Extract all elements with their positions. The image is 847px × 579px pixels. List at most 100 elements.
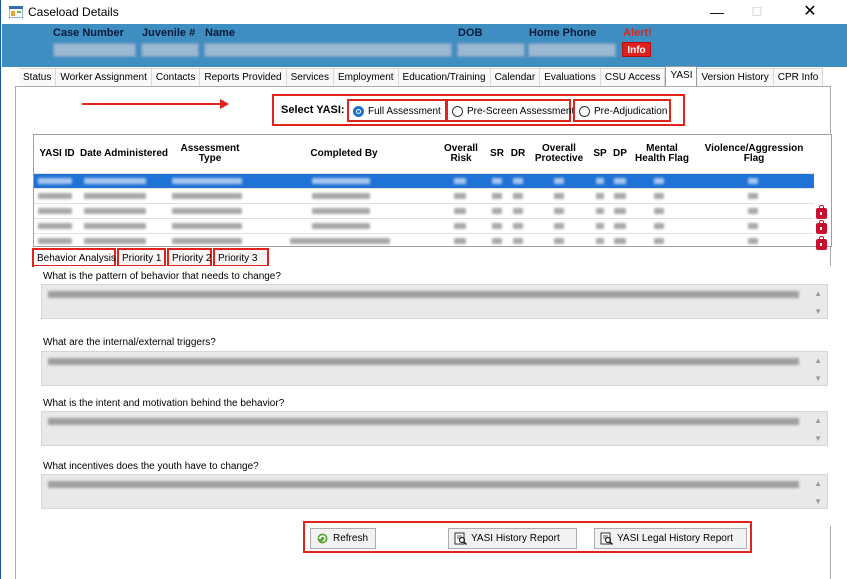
- col-date-administered[interactable]: Date Administered: [80, 135, 168, 173]
- question-label: What incentives does the youth have to c…: [43, 461, 259, 472]
- pre-screen-assessment-radio[interactable]: Pre-Screen Assessment: [446, 99, 575, 122]
- tab-contacts[interactable]: Contacts: [151, 68, 201, 86]
- yasi-legal-history-report-label: YASI Legal History Report: [617, 533, 733, 544]
- scroll-down-icon[interactable]: ▼: [814, 434, 822, 443]
- juvenile-number-label: Juvenile #: [142, 27, 196, 39]
- case-number-field: [53, 43, 136, 57]
- full-assessment-label: Full Assessment: [368, 106, 441, 117]
- caseload-details-window: Caseload Details — ☐ ✕ Case Number Juven…: [0, 0, 847, 579]
- tab-services[interactable]: Services: [286, 68, 334, 86]
- table-row[interactable]: [34, 233, 814, 246]
- yasi-assessment-grid[interactable]: YASI ID Date Administered Assessment Typ…: [33, 134, 832, 247]
- col-violence-aggression-flag[interactable]: Violence/Aggression Flag: [694, 135, 814, 173]
- tab-calendar[interactable]: Calendar: [490, 68, 541, 86]
- col-sr[interactable]: SR: [486, 135, 508, 173]
- scroll-down-icon[interactable]: ▼: [814, 307, 822, 316]
- scroll-down-icon[interactable]: ▼: [814, 374, 822, 383]
- table-row[interactable]: [34, 188, 814, 203]
- juvenile-number-field: [141, 43, 199, 57]
- tab-status[interactable]: Status: [19, 68, 57, 86]
- table-row[interactable]: [34, 203, 814, 218]
- lock-icon[interactable]: [816, 205, 827, 219]
- tab-yasi[interactable]: YASI: [665, 66, 698, 86]
- col-mental-health-flag[interactable]: Mental Health Flag: [630, 135, 694, 173]
- tab-reports-provided[interactable]: Reports Provided: [200, 68, 287, 86]
- answer-text: [48, 358, 799, 365]
- table-row[interactable]: [34, 173, 814, 188]
- info-button[interactable]: Info: [622, 42, 651, 57]
- annotation-arrow: [82, 103, 221, 105]
- scroll-up-icon[interactable]: ▲: [814, 416, 822, 425]
- window-title: Caseload Details: [28, 5, 119, 19]
- case-number-label: Case Number: [53, 27, 124, 39]
- tab-worker-assignment[interactable]: Worker Assignment: [56, 68, 152, 86]
- pre-screen-assessment-label: Pre-Screen Assessment: [467, 106, 575, 117]
- col-completed-by[interactable]: Completed By: [252, 135, 436, 173]
- close-button[interactable]: ✕: [787, 1, 833, 23]
- answer-textbox[interactable]: ▲ ▼: [41, 351, 828, 386]
- question-label: What is the intent and motivation behind…: [43, 398, 285, 409]
- full-assessment-radio[interactable]: Full Assessment: [347, 99, 447, 122]
- scroll-up-icon[interactable]: ▲: [814, 479, 822, 488]
- question-label: What is the pattern of behavior that nee…: [43, 271, 281, 282]
- annotation-arrow-head: [220, 99, 229, 109]
- alert-label: Alert!: [623, 27, 652, 39]
- col-dr[interactable]: DR: [508, 135, 528, 173]
- radio-unselected-icon: [452, 106, 463, 117]
- col-overall-protective[interactable]: Overall Protective: [528, 135, 590, 173]
- radio-selected-icon: [353, 106, 364, 117]
- app-window-icon: [9, 6, 23, 18]
- tab-csu-access[interactable]: CSU Access: [600, 68, 666, 86]
- col-overall-risk[interactable]: Overall Risk: [436, 135, 486, 173]
- juvenile-header: Case Number Juvenile # Name DOB Home Pho…: [2, 24, 847, 67]
- home-phone-field: [528, 43, 616, 57]
- question-label: What are the internal/external triggers?: [43, 337, 216, 348]
- dob-field: [457, 43, 525, 57]
- col-dp[interactable]: DP: [610, 135, 630, 173]
- refresh-label: Refresh: [333, 533, 369, 544]
- maximize-button[interactable]: ☐: [734, 1, 780, 23]
- radio-unselected-icon: [579, 106, 590, 117]
- tab-evaluations[interactable]: Evaluations: [540, 68, 601, 86]
- subtab-priority-1[interactable]: Priority 1: [117, 248, 166, 267]
- lock-icon[interactable]: [816, 220, 827, 234]
- home-phone-label: Home Phone: [529, 27, 597, 39]
- scroll-up-icon[interactable]: ▲: [814, 356, 822, 365]
- lock-icon[interactable]: [816, 236, 827, 250]
- subtab-behavior-analysis[interactable]: Behavior Analysis: [32, 248, 116, 267]
- tab-employment[interactable]: Employment: [333, 68, 399, 86]
- answer-textbox[interactable]: ▲ ▼: [41, 474, 828, 509]
- col-yasi-id[interactable]: YASI ID: [34, 135, 80, 173]
- pre-adjudication-radio[interactable]: Pre-Adjudication: [573, 99, 671, 122]
- refresh-icon: [317, 533, 328, 544]
- col-assessment-type[interactable]: Assessment Type: [168, 135, 252, 173]
- col-sp[interactable]: SP: [590, 135, 610, 173]
- pre-adjudication-label: Pre-Adjudication: [594, 106, 668, 117]
- subtab-priority-2[interactable]: Priority 2: [167, 248, 212, 267]
- scroll-up-icon[interactable]: ▲: [814, 289, 822, 298]
- yasi-history-report-button[interactable]: YASI History Report: [448, 528, 577, 549]
- name-field: [204, 43, 452, 57]
- name-label: Name: [205, 27, 235, 39]
- main-tab-strip: Status Worker Assignment Contacts Report…: [19, 66, 824, 86]
- scroll-down-icon[interactable]: ▼: [814, 497, 822, 506]
- yasi-history-report-label: YASI History Report: [471, 533, 560, 544]
- yasi-legal-history-report-button[interactable]: YASI Legal History Report: [594, 528, 747, 549]
- report-magnifier-icon: [454, 532, 467, 545]
- answer-text: [48, 481, 799, 488]
- dob-label: DOB: [458, 27, 483, 39]
- answer-textbox[interactable]: ▲ ▼: [41, 411, 828, 446]
- table-row[interactable]: [34, 218, 814, 233]
- answer-text: [48, 418, 799, 425]
- answer-textbox[interactable]: ▲ ▼: [41, 284, 828, 319]
- answer-text: [48, 291, 799, 298]
- refresh-button[interactable]: Refresh: [310, 528, 376, 549]
- tab-cpr-info[interactable]: CPR Info: [773, 68, 824, 86]
- title-bar: Caseload Details — ☐ ✕: [1, 0, 847, 24]
- report-magnifier-icon: [600, 532, 613, 545]
- select-yasi-label: Select YASI:: [281, 104, 345, 116]
- tab-education-training[interactable]: Education/Training: [398, 68, 491, 86]
- subtab-priority-3[interactable]: Priority 3: [213, 248, 269, 267]
- grid-header: YASI ID Date Administered Assessment Typ…: [34, 135, 831, 173]
- tab-version-history[interactable]: Version History: [697, 68, 774, 86]
